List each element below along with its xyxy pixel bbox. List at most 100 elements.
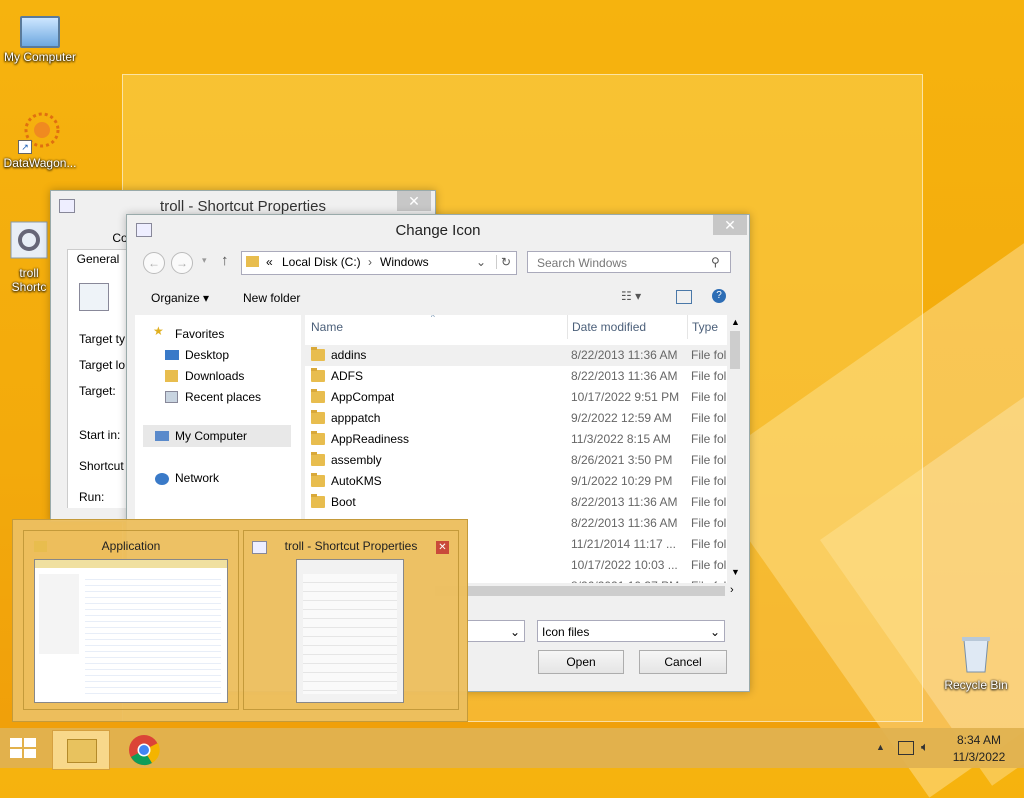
search-icon[interactable]: ⚲ [711,255,720,269]
close-button[interactable]: ✕ [713,215,747,235]
filename-input[interactable]: ⌄ [467,620,525,642]
start-button[interactable] [10,738,38,760]
windows-logo-icon [24,738,36,747]
thumbnail-preview [296,559,404,703]
column-name[interactable]: Name [311,315,343,339]
folder-icon [311,368,325,382]
network-status-icon[interactable] [898,741,914,755]
chevron-down-icon[interactable]: ⌄ [510,621,520,643]
file-row[interactable]: ADFS 8/22/2013 11:36 AM File fol [305,366,727,387]
vertical-scrollbar[interactable]: ▲ ▼ [727,315,743,583]
taskbar-chrome[interactable] [116,730,172,768]
nav-recent-places[interactable]: Recent places [185,390,261,404]
file-explorer-icon [67,739,97,763]
address-bar[interactable]: « Local Disk (C:) › Windows ⌄ ↻ [241,251,517,275]
scroll-right-arrow-icon[interactable]: › [730,584,734,596]
volume-icon[interactable]: 🔈︎ [921,739,929,755]
file-name: assembly [331,453,382,467]
file-row[interactable]: addins 8/22/2013 11:36 AM File fol [305,345,727,366]
file-row[interactable]: apppatch 9/2/2022 12:59 AM File fol [305,408,727,429]
search-input[interactable]: Search Windows [527,251,731,273]
thumbnail-application[interactable]: Application [23,530,239,710]
navigation-bar: ← → ▾ ↑ « Local Disk (C:) › Windows ⌄ ↻ … [127,247,749,277]
close-button[interactable]: ✕ [397,191,431,211]
breadcrumb-windows[interactable]: Windows [380,255,429,269]
open-button[interactable]: Open [538,650,624,674]
chevron-down-icon[interactable]: ⌄ [476,255,486,269]
nav-desktop[interactable]: Desktop [185,348,229,362]
help-icon[interactable]: ? [712,289,726,303]
file-row[interactable]: AutoKMS 9/1/2022 10:29 PM File fol [305,471,727,492]
clock-time[interactable]: 8:34 AM [948,733,1010,747]
folder-icon [311,431,325,445]
shortcut-icon [79,283,109,311]
file-type: File fol [691,474,727,488]
desktop-icon-datawagon[interactable]: ↗ DataWagon... [0,110,80,170]
file-date: 8/22/2013 11:36 AM [571,369,678,383]
refresh-icon[interactable]: ↻ [496,255,511,269]
file-row[interactable]: AppCompat 10/17/2022 9:51 PM File fol [305,387,727,408]
sort-arrow-icon: ^ [431,315,435,322]
desktop-icon-recycle-bin[interactable]: Recycle Bin [936,632,1016,692]
recent-locations-icon[interactable]: ▾ [202,255,207,266]
recent-places-icon [165,391,178,403]
file-type: File fol [691,369,727,383]
file-row[interactable]: Boot 8/22/2013 11:36 AM File fol [305,492,727,513]
breadcrumb-local-disk[interactable]: Local Disk (C:) [282,255,361,269]
view-options-icon[interactable]: ☷ ▾ [621,289,641,303]
desktop-icon-my-computer[interactable]: My Computer [0,8,80,64]
tab-general[interactable]: General [67,249,129,269]
datawagon-icon: ↗ [18,110,62,154]
file-name: AppReadiness [331,432,410,446]
forward-button[interactable]: → [171,252,193,274]
filetype-select[interactable]: Icon files ⌄ [537,620,725,642]
file-type: File fol [691,411,727,425]
up-arrow-icon[interactable]: ↑ [221,252,229,269]
scroll-up-arrow-icon[interactable]: ▲ [731,317,740,327]
nav-my-computer[interactable]: My Computer [175,429,247,443]
preview-titlebar [35,560,227,568]
nav-downloads[interactable]: Downloads [185,369,244,383]
clock-date[interactable]: 11/3/2022 [948,750,1010,764]
file-date: 8/26/2021 3:50 PM [571,453,673,467]
file-row[interactable]: AppReadiness 11/3/2022 8:15 AM File fol [305,429,727,450]
network-icon [155,473,169,485]
windows-logo-icon [24,749,36,758]
field-label: Target: [79,384,116,398]
file-row[interactable]: assembly 8/26/2021 3:50 PM File fol [305,450,727,471]
thumbnail-shortcut-properties[interactable]: troll - Shortcut Properties ✕ [243,530,459,710]
preview-pane-icon[interactable] [676,290,692,304]
column-date-modified[interactable]: Date modified [567,315,646,339]
new-folder-button[interactable]: New folder [243,291,300,305]
nav-favorites[interactable]: Favorites [175,327,224,341]
folder-icon [311,389,325,403]
file-type: File fol [691,516,727,530]
file-type: File fol [691,390,727,404]
settings-shortcut-icon [7,220,51,264]
address-overflow[interactable]: « [266,255,273,269]
chevron-down-icon[interactable]: ⌄ [710,621,720,643]
scroll-down-arrow-icon[interactable]: ▼ [731,567,740,577]
file-date: 11/21/2014 11:17 ... [571,537,676,551]
nav-network[interactable]: Network [175,471,219,485]
back-button[interactable]: ← [143,252,165,274]
file-type: File fol [691,348,727,362]
thumbnail-title: Application [101,539,161,553]
scrollbar-thumb[interactable] [730,331,740,369]
scrollbar-thumb[interactable] [435,586,725,596]
close-icon[interactable]: ✕ [436,541,449,554]
file-type: File fol [691,453,727,467]
field-label: Shortcut [79,459,124,473]
organize-button[interactable]: Organize ▾ [151,291,209,305]
folder-icon [311,452,325,466]
show-hidden-icons-icon[interactable]: ▲ [876,742,885,752]
file-type: File fol [691,432,727,446]
breadcrumb-separator[interactable]: › [368,255,372,269]
column-type[interactable]: Type [687,315,718,339]
field-label: Run: [79,490,105,504]
file-type: File fol [691,537,727,551]
taskbar-file-explorer[interactable] [52,730,110,770]
file-date: 9/2/2022 12:59 AM [571,411,672,425]
file-date: 8/22/2013 11:36 AM [571,348,678,362]
cancel-button[interactable]: Cancel [639,650,727,674]
